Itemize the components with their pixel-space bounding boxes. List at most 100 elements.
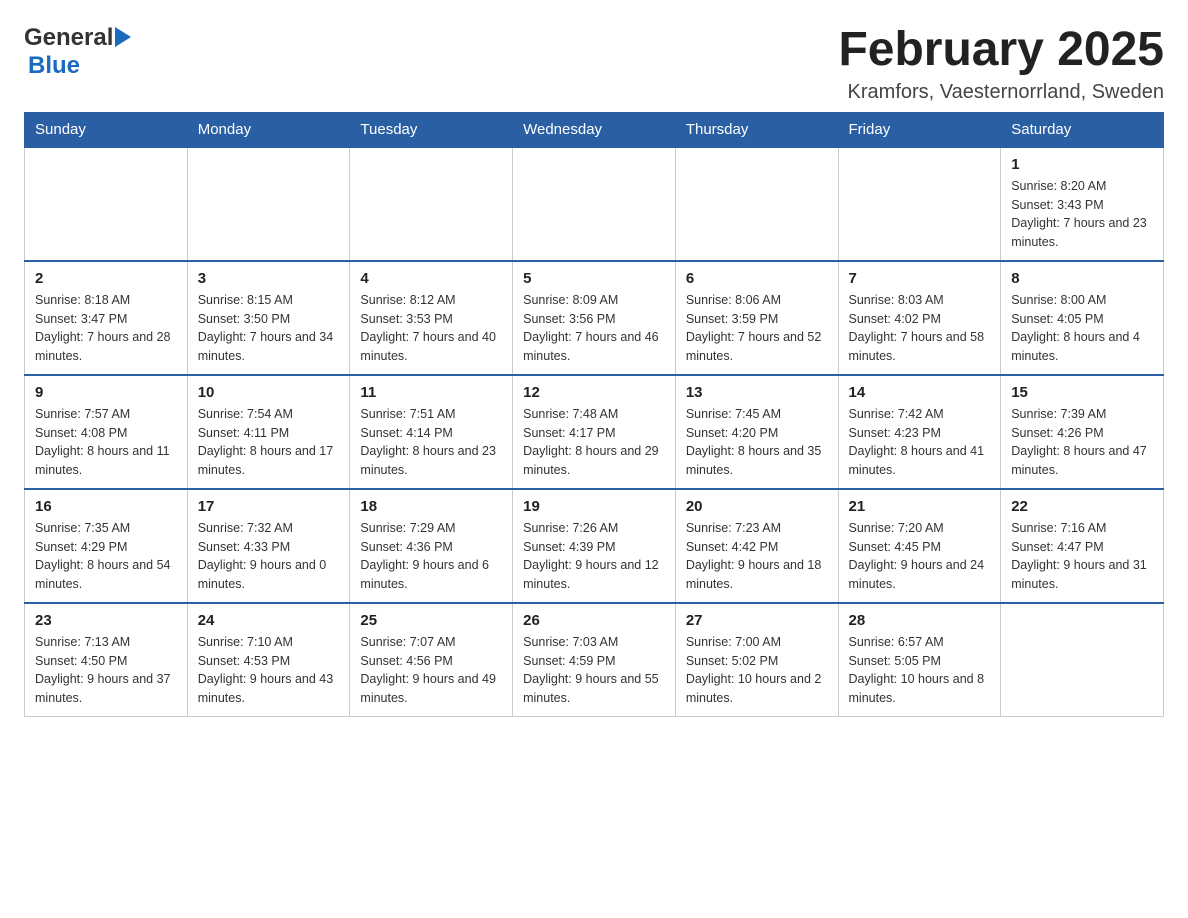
day-number: 7 bbox=[849, 270, 991, 287]
day-number: 26 bbox=[523, 612, 665, 629]
day-number: 22 bbox=[1011, 498, 1153, 515]
logo-blue-text: Blue bbox=[28, 52, 80, 79]
calendar-cell: 22 Sunrise: 7:16 AM Sunset: 4:47 PM Dayli… bbox=[1001, 489, 1164, 603]
day-info: Sunrise: 8:03 AM Sunset: 4:02 PM Dayligh… bbox=[849, 291, 991, 366]
day-info: Sunrise: 7:16 AM Sunset: 4:47 PM Dayligh… bbox=[1011, 519, 1153, 594]
day-info: Sunrise: 8:20 AM Sunset: 3:43 PM Dayligh… bbox=[1011, 177, 1153, 252]
day-info: Sunrise: 7:42 AM Sunset: 4:23 PM Dayligh… bbox=[849, 405, 991, 480]
calendar-cell: 20 Sunrise: 7:23 AM Sunset: 4:42 PM Dayli… bbox=[675, 489, 838, 603]
calendar-cell: 7 Sunrise: 8:03 AM Sunset: 4:02 PM Daylig… bbox=[838, 261, 1001, 375]
day-info: Sunrise: 7:26 AM Sunset: 4:39 PM Dayligh… bbox=[523, 519, 665, 594]
calendar-cell: 14 Sunrise: 7:42 AM Sunset: 4:23 PM Dayli… bbox=[838, 375, 1001, 489]
day-number: 16 bbox=[35, 498, 177, 515]
calendar-cell: 27 Sunrise: 7:00 AM Sunset: 5:02 PM Dayli… bbox=[675, 603, 838, 717]
day-info: Sunrise: 7:20 AM Sunset: 4:45 PM Dayligh… bbox=[849, 519, 991, 594]
day-number: 3 bbox=[198, 270, 340, 287]
day-info: Sunrise: 8:00 AM Sunset: 4:05 PM Dayligh… bbox=[1011, 291, 1153, 366]
calendar-cell: 1Sunrise: 8:20 AM Sunset: 3:43 PM Daylig… bbox=[1001, 147, 1164, 261]
day-number: 10 bbox=[198, 384, 340, 401]
calendar-cell: 21 Sunrise: 7:20 AM Sunset: 4:45 PM Dayli… bbox=[838, 489, 1001, 603]
weekday-header-friday: Friday bbox=[838, 112, 1001, 147]
day-number: 8 bbox=[1011, 270, 1153, 287]
day-info: Sunrise: 8:09 AM Sunset: 3:56 PM Dayligh… bbox=[523, 291, 665, 366]
day-info: Sunrise: 7:29 AM Sunset: 4:36 PM Dayligh… bbox=[360, 519, 502, 594]
day-number: 28 bbox=[849, 612, 991, 629]
calendar-cell: 23Sunrise: 7:13 AM Sunset: 4:50 PM Dayli… bbox=[25, 603, 188, 717]
day-number: 9 bbox=[35, 384, 177, 401]
day-info: Sunrise: 7:03 AM Sunset: 4:59 PM Dayligh… bbox=[523, 633, 665, 708]
weekday-header-wednesday: Wednesday bbox=[513, 112, 676, 147]
calendar-cell bbox=[187, 147, 350, 261]
day-info: Sunrise: 6:57 AM Sunset: 5:05 PM Dayligh… bbox=[849, 633, 991, 708]
calendar-cell: 19 Sunrise: 7:26 AM Sunset: 4:39 PM Dayli… bbox=[513, 489, 676, 603]
weekday-header-row: SundayMondayTuesdayWednesdayThursdayFrid… bbox=[25, 112, 1164, 147]
day-info: Sunrise: 7:39 AM Sunset: 4:26 PM Dayligh… bbox=[1011, 405, 1153, 480]
calendar-table: SundayMondayTuesdayWednesdayThursdayFrid… bbox=[24, 112, 1164, 717]
day-info: Sunrise: 8:15 AM Sunset: 3:50 PM Dayligh… bbox=[198, 291, 340, 366]
calendar-cell: 2 Sunrise: 8:18 AM Sunset: 3:47 PM Daylig… bbox=[25, 261, 188, 375]
day-number: 4 bbox=[360, 270, 502, 287]
day-info: Sunrise: 7:10 AM Sunset: 4:53 PM Dayligh… bbox=[198, 633, 340, 708]
day-info: Sunrise: 7:07 AM Sunset: 4:56 PM Dayligh… bbox=[360, 633, 502, 708]
calendar-cell: 17 Sunrise: 7:32 AM Sunset: 4:33 PM Dayli… bbox=[187, 489, 350, 603]
day-number: 23 bbox=[35, 612, 177, 629]
calendar-cell: 15 Sunrise: 7:39 AM Sunset: 4:26 PM Dayli… bbox=[1001, 375, 1164, 489]
day-info: Sunrise: 8:06 AM Sunset: 3:59 PM Dayligh… bbox=[686, 291, 828, 366]
day-info: Sunrise: 7:54 AM Sunset: 4:11 PM Dayligh… bbox=[198, 405, 340, 480]
day-info: Sunrise: 8:12 AM Sunset: 3:53 PM Dayligh… bbox=[360, 291, 502, 366]
calendar-week-1: 1Sunrise: 8:20 AM Sunset: 3:43 PM Daylig… bbox=[25, 147, 1164, 261]
day-info: Sunrise: 8:18 AM Sunset: 3:47 PM Dayligh… bbox=[35, 291, 177, 366]
calendar-cell: 4 Sunrise: 8:12 AM Sunset: 3:53 PM Daylig… bbox=[350, 261, 513, 375]
day-info: Sunrise: 7:51 AM Sunset: 4:14 PM Dayligh… bbox=[360, 405, 502, 480]
title-block: February 2025 Kramfors, Vaesternorrland,… bbox=[838, 24, 1164, 104]
calendar-cell: 26 Sunrise: 7:03 AM Sunset: 4:59 PM Dayli… bbox=[513, 603, 676, 717]
calendar-cell: 8 Sunrise: 8:00 AM Sunset: 4:05 PM Daylig… bbox=[1001, 261, 1164, 375]
calendar-cell: 10 Sunrise: 7:54 AM Sunset: 4:11 PM Dayli… bbox=[187, 375, 350, 489]
month-title: February 2025 bbox=[838, 24, 1164, 77]
calendar-cell bbox=[25, 147, 188, 261]
day-info: Sunrise: 7:45 AM Sunset: 4:20 PM Dayligh… bbox=[686, 405, 828, 480]
calendar-cell: 24 Sunrise: 7:10 AM Sunset: 4:53 PM Dayli… bbox=[187, 603, 350, 717]
day-number: 6 bbox=[686, 270, 828, 287]
calendar-cell bbox=[350, 147, 513, 261]
calendar-cell: 25 Sunrise: 7:07 AM Sunset: 4:56 PM Dayli… bbox=[350, 603, 513, 717]
day-info: Sunrise: 7:00 AM Sunset: 5:02 PM Dayligh… bbox=[686, 633, 828, 708]
weekday-header-saturday: Saturday bbox=[1001, 112, 1164, 147]
day-info: Sunrise: 7:35 AM Sunset: 4:29 PM Dayligh… bbox=[35, 519, 177, 594]
calendar-cell bbox=[838, 147, 1001, 261]
day-number: 11 bbox=[360, 384, 502, 401]
calendar-cell: 9Sunrise: 7:57 AM Sunset: 4:08 PM Daylig… bbox=[25, 375, 188, 489]
day-number: 27 bbox=[686, 612, 828, 629]
day-number: 20 bbox=[686, 498, 828, 515]
weekday-header-sunday: Sunday bbox=[25, 112, 188, 147]
day-number: 25 bbox=[360, 612, 502, 629]
day-number: 17 bbox=[198, 498, 340, 515]
calendar-cell bbox=[675, 147, 838, 261]
day-number: 15 bbox=[1011, 384, 1153, 401]
day-number: 21 bbox=[849, 498, 991, 515]
calendar-cell: 18Sunrise: 7:29 AM Sunset: 4:36 PM Dayli… bbox=[350, 489, 513, 603]
weekday-header-tuesday: Tuesday bbox=[350, 112, 513, 147]
calendar-body: 1Sunrise: 8:20 AM Sunset: 3:43 PM Daylig… bbox=[25, 147, 1164, 717]
day-number: 24 bbox=[198, 612, 340, 629]
day-number: 2 bbox=[35, 270, 177, 287]
location-title: Kramfors, Vaesternorrland, Sweden bbox=[838, 81, 1164, 104]
logo-arrow-icon bbox=[115, 27, 131, 47]
calendar-week-4: 16 Sunrise: 7:35 AM Sunset: 4:29 PM Dayli… bbox=[25, 489, 1164, 603]
calendar-cell: 28 Sunrise: 6:57 AM Sunset: 5:05 PM Dayli… bbox=[838, 603, 1001, 717]
day-info: Sunrise: 7:23 AM Sunset: 4:42 PM Dayligh… bbox=[686, 519, 828, 594]
calendar-cell: 16 Sunrise: 7:35 AM Sunset: 4:29 PM Dayli… bbox=[25, 489, 188, 603]
day-info: Sunrise: 7:32 AM Sunset: 4:33 PM Dayligh… bbox=[198, 519, 340, 594]
calendar-cell bbox=[1001, 603, 1164, 717]
calendar-cell bbox=[513, 147, 676, 261]
weekday-header-thursday: Thursday bbox=[675, 112, 838, 147]
calendar-header: SundayMondayTuesdayWednesdayThursdayFrid… bbox=[25, 112, 1164, 147]
day-number: 13 bbox=[686, 384, 828, 401]
day-number: 19 bbox=[523, 498, 665, 515]
calendar-week-2: 2 Sunrise: 8:18 AM Sunset: 3:47 PM Daylig… bbox=[25, 261, 1164, 375]
day-number: 14 bbox=[849, 384, 991, 401]
calendar-cell: 6 Sunrise: 8:06 AM Sunset: 3:59 PM Daylig… bbox=[675, 261, 838, 375]
logo: General Blue bbox=[24, 24, 131, 80]
calendar-cell: 3 Sunrise: 8:15 AM Sunset: 3:50 PM Daylig… bbox=[187, 261, 350, 375]
calendar-week-5: 23Sunrise: 7:13 AM Sunset: 4:50 PM Dayli… bbox=[25, 603, 1164, 717]
